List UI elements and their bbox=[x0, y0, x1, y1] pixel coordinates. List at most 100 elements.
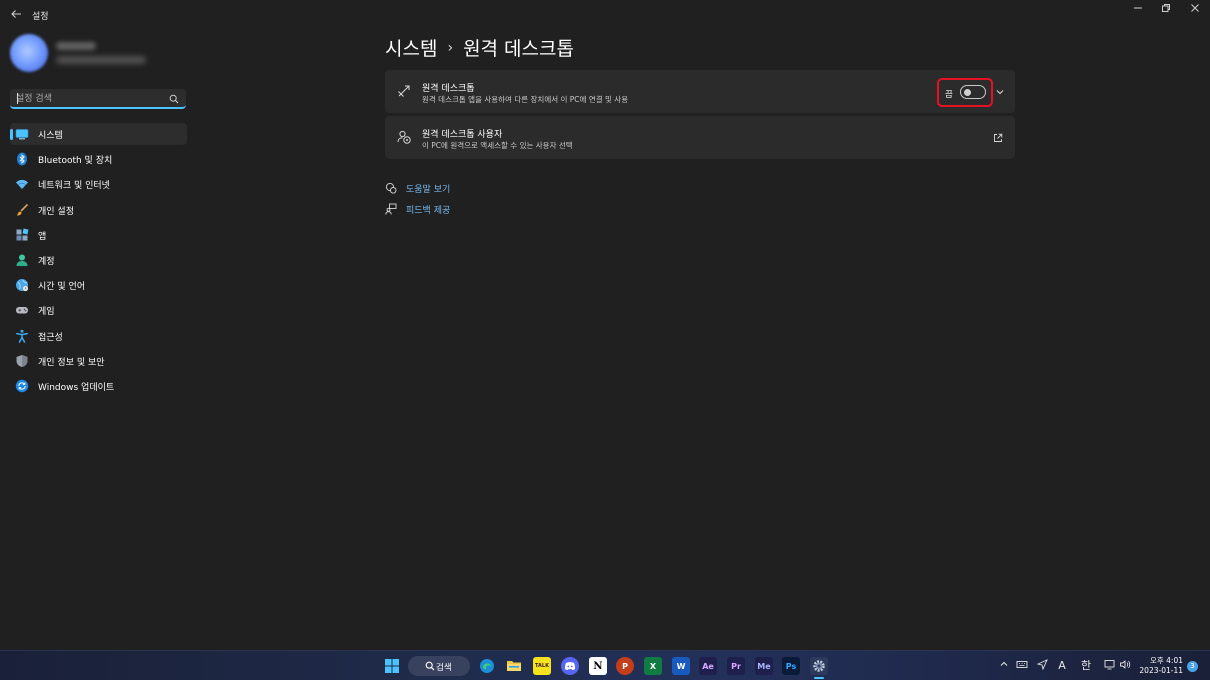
feedback-link-label: 피드백 제공 bbox=[406, 206, 451, 216]
card-subtitle: 이 PC에 원격으로 액세스할 수 있는 사용자 선택 bbox=[422, 141, 573, 150]
sidebar-item-bluetooth[interactable]: Bluetooth 및 장치 bbox=[10, 148, 187, 170]
notion-icon[interactable]: N bbox=[589, 657, 607, 675]
help-link-label: 도움말 보기 bbox=[406, 185, 451, 195]
taskbar: 검색 TALK N P X W Ae Pr Me Ps A 한 오후 4:01 … bbox=[0, 650, 1210, 680]
avatar bbox=[10, 34, 48, 72]
word-icon[interactable]: W bbox=[672, 657, 690, 675]
card-subtitle: 원격 데스크톱 앱을 사용하여 다른 장치에서 이 PC에 연결 및 사용 bbox=[422, 95, 629, 104]
sidebar-item-accessibility[interactable]: 접근성 bbox=[10, 325, 187, 347]
sidebar-item-label: 앱 bbox=[38, 231, 47, 242]
clock[interactable]: 오후 4:01 2023-01-11 bbox=[1139, 656, 1183, 676]
display-icon[interactable] bbox=[1103, 659, 1117, 673]
back-button[interactable] bbox=[8, 8, 24, 24]
toggle-knob bbox=[964, 88, 971, 96]
time-language-icon bbox=[15, 278, 29, 292]
breadcrumb-parent[interactable]: 시스템 bbox=[385, 34, 437, 61]
powerpoint-icon[interactable]: P bbox=[616, 657, 634, 675]
remote-desktop-icon bbox=[398, 85, 410, 97]
mediaencoder-icon[interactable]: Me bbox=[755, 657, 773, 675]
sidebar-item-label: 네트워크 및 인터넷 bbox=[38, 181, 110, 192]
close-button[interactable] bbox=[1181, 3, 1209, 17]
search-input[interactable] bbox=[16, 92, 166, 106]
sidebar-item-label: 접근성 bbox=[38, 332, 63, 343]
sidebar-item-network[interactable]: 네트워크 및 인터넷 bbox=[10, 173, 187, 195]
sidebar-item-apps[interactable]: 앱 bbox=[10, 224, 187, 246]
settings-gear-icon[interactable] bbox=[810, 657, 828, 675]
remote-desktop-card[interactable]: 원격 데스크톱 원격 데스크톱 앱을 사용하여 다른 장치에서 이 PC에 연결… bbox=[385, 70, 1015, 113]
clock-time: 오후 4:01 bbox=[1149, 656, 1183, 665]
remote-users-icon bbox=[397, 130, 411, 144]
card-title: 원격 데스크톱 사용자 bbox=[422, 130, 503, 140]
location-send-icon[interactable] bbox=[1035, 659, 1049, 673]
chevron-down-icon[interactable] bbox=[995, 87, 1005, 97]
user-profile[interactable] bbox=[10, 34, 190, 78]
keyboard-icon[interactable] bbox=[1015, 659, 1029, 673]
settings-search-box[interactable] bbox=[10, 89, 186, 109]
breadcrumb: 시스템 › 원격 데스크톱 bbox=[385, 34, 574, 61]
sidebar-item-accounts[interactable]: 계정 bbox=[10, 249, 187, 271]
profile-email-redacted bbox=[56, 56, 146, 64]
edge-icon[interactable] bbox=[478, 657, 496, 675]
folder-icon[interactable] bbox=[505, 657, 523, 675]
notification-badge[interactable]: 3 bbox=[1187, 661, 1198, 672]
sidebar-item-label: 계정 bbox=[38, 256, 55, 267]
page-title: 원격 데스크톱 bbox=[463, 38, 574, 60]
windows-update-icon bbox=[15, 379, 29, 393]
ime-mode-indicator[interactable]: A bbox=[1055, 659, 1069, 673]
sidebar-item-label: 게임 bbox=[38, 307, 55, 318]
close-icon bbox=[1191, 4, 1199, 12]
sidebar-nav: 시스템 Bluetooth 및 장치 네트워크 및 인터넷 개인 설정 앱 계정 bbox=[10, 123, 187, 400]
sidebar-item-label: 개인 정보 및 보안 bbox=[38, 357, 105, 368]
sidebar-item-label: Bluetooth 및 장치 bbox=[38, 156, 113, 167]
sidebar-item-privacy[interactable]: 개인 정보 및 보안 bbox=[10, 350, 187, 372]
ime-language-indicator[interactable]: 한 bbox=[1079, 659, 1093, 673]
system-icon bbox=[15, 127, 29, 141]
gaming-icon bbox=[15, 303, 29, 317]
sidebar-item-label: 시간 및 언어 bbox=[38, 282, 86, 293]
profile-name-redacted bbox=[56, 42, 96, 50]
photoshop-icon[interactable]: Ps bbox=[782, 657, 800, 675]
start-button[interactable] bbox=[383, 657, 401, 675]
sidebar-item-system[interactable]: 시스템 bbox=[10, 123, 187, 145]
feedback-icon bbox=[385, 203, 397, 215]
volume-icon[interactable] bbox=[1118, 659, 1132, 673]
taskbar-search-label: 검색 bbox=[436, 663, 452, 673]
sidebar-item-time-language[interactable]: 시간 및 언어 bbox=[10, 274, 187, 296]
remote-desktop-toggle[interactable] bbox=[960, 85, 986, 99]
card-title: 원격 데스크톱 bbox=[422, 84, 475, 94]
windows-start-icon bbox=[385, 659, 399, 673]
remote-desktop-toggle-highlight: 끔 bbox=[937, 78, 993, 107]
chevron-up-icon[interactable] bbox=[997, 659, 1011, 673]
sidebar-item-label: Windows 업데이트 bbox=[38, 382, 115, 393]
app-title: 설정 bbox=[32, 12, 49, 22]
maximize-button[interactable] bbox=[1152, 3, 1180, 17]
breadcrumb-separator: › bbox=[447, 39, 454, 56]
account-icon bbox=[15, 253, 29, 267]
minimize-button[interactable] bbox=[1124, 3, 1152, 17]
taskbar-search[interactable]: 검색 bbox=[408, 656, 470, 676]
clock-date: 2023-01-11 bbox=[1139, 666, 1183, 675]
external-link-icon[interactable] bbox=[993, 133, 1003, 143]
personalization-brush-icon bbox=[15, 203, 29, 217]
kakaotalk-icon[interactable]: TALK bbox=[533, 657, 551, 675]
discord-icon[interactable] bbox=[561, 657, 579, 675]
apps-icon bbox=[15, 228, 29, 242]
sidebar-item-windows-update[interactable]: Windows 업데이트 bbox=[10, 375, 187, 397]
network-icon bbox=[15, 177, 29, 191]
privacy-shield-icon bbox=[15, 354, 29, 368]
toggle-state-label: 끔 bbox=[945, 90, 953, 100]
sidebar-item-label: 개인 설정 bbox=[38, 206, 74, 217]
aftereffects-icon[interactable]: Ae bbox=[699, 657, 717, 675]
premiere-icon[interactable]: Pr bbox=[727, 657, 745, 675]
active-app-indicator bbox=[814, 677, 824, 679]
sidebar-item-gaming[interactable]: 게임 bbox=[10, 299, 187, 321]
search-icon bbox=[425, 661, 435, 671]
search-icon[interactable] bbox=[169, 94, 179, 104]
back-arrow-icon bbox=[11, 10, 21, 18]
help-icon bbox=[385, 182, 397, 194]
excel-icon[interactable]: X bbox=[644, 657, 662, 675]
accessibility-icon bbox=[15, 329, 29, 343]
remote-desktop-users-card[interactable]: 원격 데스크톱 사용자 이 PC에 원격으로 액세스할 수 있는 사용자 선택 bbox=[385, 116, 1015, 159]
bluetooth-icon bbox=[15, 152, 29, 166]
sidebar-item-personalization[interactable]: 개인 설정 bbox=[10, 199, 187, 221]
